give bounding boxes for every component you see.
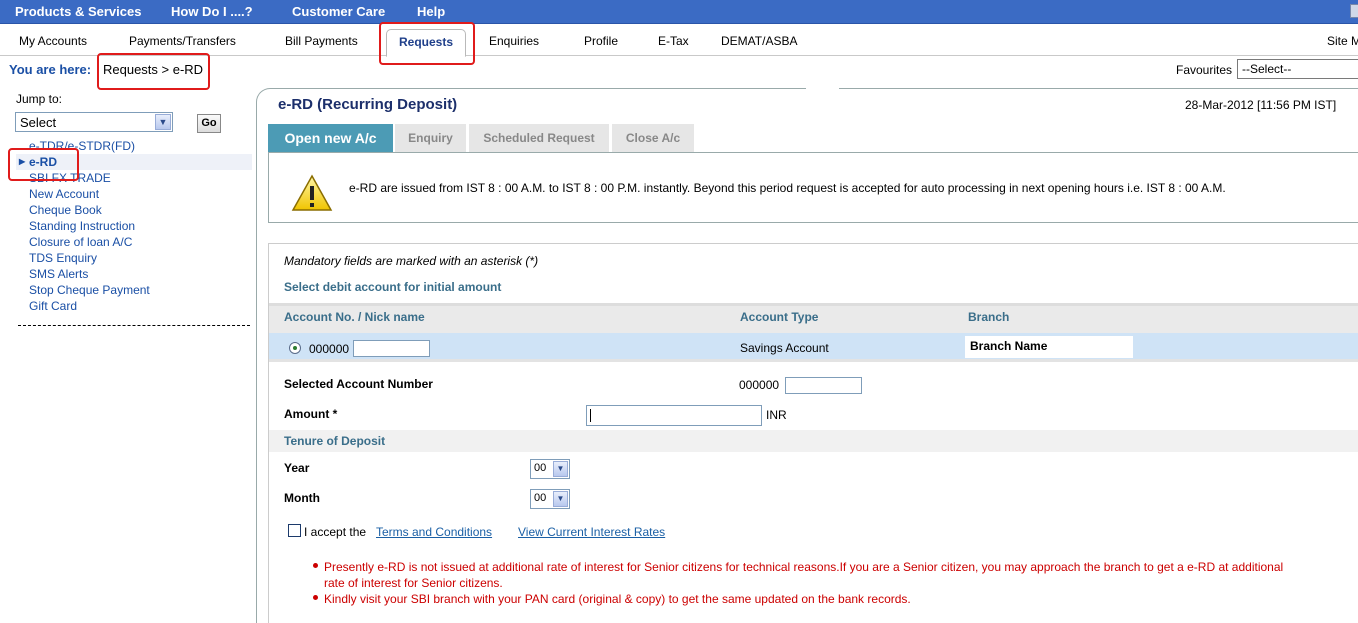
chevron-down-icon[interactable]: ▼ bbox=[155, 114, 171, 130]
account-number: 000000 bbox=[309, 342, 350, 356]
tab-open-new-ac[interactable]: Open new A/c bbox=[268, 124, 393, 153]
sidebar-item-label: e-RD bbox=[29, 155, 58, 169]
sidebar-item-stop-cheque-payment[interactable]: Stop Cheque Payment bbox=[16, 282, 252, 298]
debit-account-heading: Select debit account for initial amount bbox=[284, 280, 502, 294]
sidebar-item-closure-of-loan[interactable]: Closure of loan A/C bbox=[16, 234, 252, 250]
sidebar-item-cheque-book[interactable]: Cheque Book bbox=[16, 202, 252, 218]
branch-name: Branch Name bbox=[965, 336, 1133, 358]
account-number-mask bbox=[353, 340, 430, 357]
sidebar-item-gift-card[interactable]: Gift Card bbox=[16, 298, 252, 314]
main-menu: My Accounts Payments/Transfers Bill Paym… bbox=[0, 25, 1358, 57]
menu-demat-asba[interactable]: DEMAT/ASBA bbox=[721, 34, 797, 48]
go-button[interactable]: Go bbox=[197, 114, 221, 133]
sidebar-item-e-tdr[interactable]: e-TDR/e-STDR(FD) bbox=[16, 138, 252, 154]
amount-unit: INR bbox=[766, 408, 787, 422]
page-title: e-RD (Recurring Deposit) bbox=[278, 96, 458, 113]
menu-profile[interactable]: Profile bbox=[584, 34, 618, 48]
sidebar-item-tds-enquiry[interactable]: TDS Enquiry bbox=[16, 250, 252, 266]
sidebar-item-sms-alerts[interactable]: SMS Alerts bbox=[16, 266, 252, 282]
menu-requests[interactable]: Requests bbox=[386, 29, 466, 57]
month-label: Month bbox=[284, 491, 320, 505]
breadcrumb: Requests > e-RD bbox=[103, 62, 204, 77]
favourites-select[interactable]: --Select-- bbox=[1237, 59, 1358, 79]
selected-account-value: 000000 bbox=[739, 378, 780, 392]
note-pan-card: Kindly visit your SBI branch with your P… bbox=[324, 592, 911, 606]
menu-bill-payments[interactable]: Bill Payments bbox=[285, 34, 358, 48]
month-select[interactable]: 00 ▼ bbox=[530, 489, 570, 509]
jump-to-label: Jump to: bbox=[16, 92, 63, 106]
timestamp: 28-Mar-2012 [11:56 PM IST] bbox=[1185, 98, 1337, 112]
menu-payments-transfers[interactable]: Payments/Transfers bbox=[129, 34, 236, 48]
jump-to-value: Select bbox=[20, 115, 57, 130]
bullet-icon bbox=[313, 595, 318, 600]
breadcrumb-label: You are here: bbox=[9, 62, 92, 77]
sidebar-item-new-account[interactable]: New Account bbox=[16, 186, 252, 202]
col-account-type: Account Type bbox=[740, 310, 819, 324]
year-label: Year bbox=[284, 461, 310, 475]
amount-input[interactable] bbox=[586, 405, 762, 426]
note-senior-citizen-cont: rate of interest for Senior citizens. bbox=[324, 576, 503, 590]
accept-text: I accept the bbox=[304, 525, 367, 539]
year-value: 00 bbox=[534, 462, 547, 474]
topnav-help[interactable]: Help bbox=[417, 4, 445, 19]
sidebar-item-standing-instruction[interactable]: Standing Instruction bbox=[16, 218, 252, 234]
top-navigation-bar: Products & Services How Do I ....? Custo… bbox=[0, 0, 1358, 24]
sidebar-menu: e-TDR/e-STDR(FD) ▶ e-RD SBI FX TRADE New … bbox=[16, 138, 252, 314]
amount-label: Amount * bbox=[284, 407, 338, 421]
tab-close-ac[interactable]: Close A/c bbox=[612, 124, 694, 153]
tab-enquiry[interactable]: Enquiry bbox=[395, 124, 466, 153]
account-radio[interactable] bbox=[289, 342, 301, 354]
lock-icon bbox=[1350, 4, 1358, 18]
warning-icon bbox=[291, 174, 333, 211]
tab-scheduled-request[interactable]: Scheduled Request bbox=[469, 124, 609, 153]
sidebar-divider bbox=[18, 325, 250, 326]
menu-enquiries[interactable]: Enquiries bbox=[489, 34, 539, 48]
col-account-no: Account No. / Nick name bbox=[284, 310, 425, 324]
terms-link[interactable]: Terms and Conditions bbox=[376, 525, 492, 539]
accept-terms-checkbox[interactable] bbox=[288, 524, 301, 537]
topnav-products-services[interactable]: Products & Services bbox=[15, 4, 141, 19]
sidebar-item-sbi-fx-trade[interactable]: SBI FX TRADE bbox=[16, 170, 252, 186]
interest-rates-link[interactable]: View Current Interest Rates bbox=[518, 525, 665, 539]
sidebar-item-e-rd[interactable]: ▶ e-RD bbox=[16, 154, 252, 170]
month-value: 00 bbox=[534, 492, 547, 504]
jump-to-select[interactable]: Select ▼ bbox=[15, 112, 173, 132]
masked-area bbox=[806, 84, 839, 120]
selected-account-mask bbox=[785, 377, 862, 394]
bullet-icon bbox=[313, 563, 318, 568]
note-senior-citizen: Presently e-RD is not issued at addition… bbox=[324, 560, 1284, 574]
tenure-heading: Tenure of Deposit bbox=[284, 434, 386, 448]
year-select[interactable]: 00 ▼ bbox=[530, 459, 570, 479]
menu-e-tax[interactable]: E-Tax bbox=[658, 34, 689, 48]
chevron-down-icon[interactable]: ▼ bbox=[553, 461, 568, 477]
menu-site-map[interactable]: Site M bbox=[1327, 34, 1358, 48]
topnav-customer-care[interactable]: Customer Care bbox=[292, 4, 385, 19]
tenure-section bbox=[269, 430, 1358, 452]
notice-text: e-RD are issued from IST 8 : 00 A.M. to … bbox=[349, 181, 1226, 195]
menu-my-accounts[interactable]: My Accounts bbox=[19, 34, 87, 48]
account-type: Savings Account bbox=[740, 341, 829, 355]
triangle-right-icon: ▶ bbox=[19, 157, 26, 166]
topnav-how-do-i[interactable]: How Do I ....? bbox=[171, 4, 253, 19]
chevron-down-icon[interactable]: ▼ bbox=[553, 491, 568, 507]
text-caret bbox=[590, 409, 591, 422]
mandatory-note: Mandatory fields are marked with an aste… bbox=[284, 254, 539, 268]
selected-account-label: Selected Account Number bbox=[284, 377, 433, 391]
favourites-label: Favourites bbox=[1176, 63, 1233, 77]
col-branch: Branch bbox=[968, 310, 1010, 324]
